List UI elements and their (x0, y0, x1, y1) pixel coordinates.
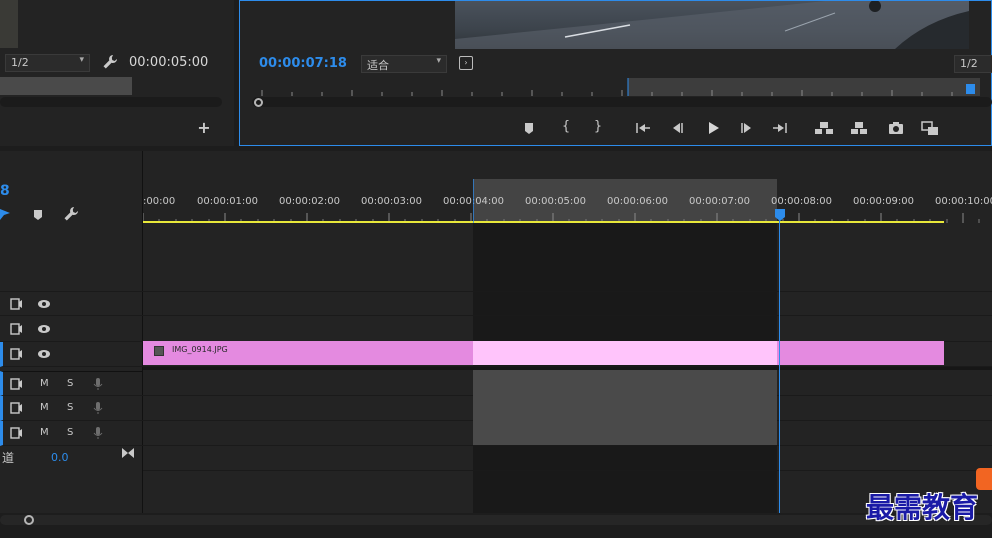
button-editor-icon[interactable] (920, 120, 940, 136)
program-scroll-track[interactable] (252, 97, 992, 107)
fit-dropdown-value: 适合 (367, 59, 389, 72)
ruler-label: 00:00:09:00 (853, 196, 915, 207)
chevron-down-icon: ▾ (79, 55, 84, 65)
timeline-settings-wrench-icon[interactable] (63, 206, 79, 222)
audio-range-highlight (473, 370, 777, 445)
chevron-down-icon: ▾ (436, 56, 441, 66)
add-marker-icon[interactable] (31, 208, 45, 222)
master-bowtie-icon[interactable] (121, 447, 135, 459)
program-resolution-dropdown[interactable]: 1/2 (954, 55, 992, 73)
track-header-area: 8 M S M S M S 道 0.0 (0, 151, 143, 513)
program-timecode[interactable]: 00:00:07:18 (259, 56, 347, 71)
program-video-preview (455, 1, 969, 49)
add-icon[interactable]: + (196, 120, 212, 136)
master-track-label: 道 (2, 451, 15, 465)
microphone-icon[interactable] (93, 377, 103, 391)
watermark-text: 最需教育 (866, 491, 979, 524)
step-forward-icon[interactable] (739, 120, 755, 136)
go-to-in-icon[interactable] (634, 120, 652, 136)
video-track-row[interactable] (143, 317, 992, 342)
film-icon[interactable] (10, 348, 23, 360)
step-back-icon[interactable] (669, 120, 685, 136)
eye-icon[interactable] (37, 323, 51, 335)
fit-dropdown[interactable]: 适合 ▾ (361, 55, 447, 73)
video-track-header[interactable] (0, 291, 143, 316)
eye-icon[interactable] (37, 298, 51, 310)
ruler-label: 00:00:06:00 (607, 196, 669, 207)
scroll-handle[interactable] (254, 98, 263, 107)
lift-icon[interactable] (814, 120, 834, 136)
audio-track-header[interactable]: M S (0, 371, 143, 396)
master-track-row[interactable] (143, 446, 992, 471)
audio-track-header[interactable]: M S (0, 421, 143, 446)
timeline-timecode[interactable]: 8 (0, 183, 10, 199)
mute-button[interactable]: M (40, 378, 49, 389)
solo-button[interactable]: S (67, 378, 73, 389)
ruler-label: 00:00:10:00 (935, 196, 992, 207)
film-icon[interactable] (10, 378, 23, 390)
eye-icon[interactable] (37, 348, 51, 360)
ruler-label: 00:00:01:00 (197, 196, 259, 207)
image-clip-icon (154, 346, 164, 356)
settings-toggle-icon[interactable]: › (459, 56, 473, 70)
program-resolution-value: 1/2 (960, 57, 978, 70)
wrench-icon[interactable] (102, 54, 118, 70)
ruler-label: 00:00:08:00 (771, 196, 833, 207)
source-scroll-track[interactable] (0, 97, 222, 107)
mute-button[interactable]: M (40, 402, 49, 413)
playhead-handle[interactable] (775, 209, 785, 221)
solo-button[interactable]: S (67, 427, 73, 438)
source-resolution-value: 1/2 (11, 56, 29, 69)
film-icon[interactable] (10, 427, 23, 439)
mark-out-icon[interactable]: } (590, 119, 606, 135)
zoom-handle[interactable] (24, 515, 34, 525)
film-icon[interactable] (10, 402, 23, 414)
logo-badge (976, 468, 992, 490)
video-track-row[interactable] (143, 291, 992, 316)
mute-button[interactable]: M (40, 427, 49, 438)
solo-button[interactable]: S (67, 402, 73, 413)
play-icon[interactable] (704, 119, 722, 137)
go-to-out-icon[interactable] (771, 120, 789, 136)
source-resolution-dropdown[interactable]: 1/2 ▾ (5, 54, 90, 72)
timeline-panel: ≡ 8 M S (0, 151, 992, 538)
program-ruler[interactable] (252, 78, 980, 96)
source-monitor-panel: 1/2 ▾ 00:00:05:00 + (0, 0, 234, 146)
camera-icon[interactable] (887, 120, 905, 136)
work-area-bar[interactable] (143, 221, 944, 223)
video-clip[interactable]: IMG_0914.JPG (143, 341, 944, 365)
in-point-marker[interactable] (473, 179, 474, 223)
timeline-scroll-track[interactable] (0, 515, 992, 525)
timeline-tracks-area[interactable]: :00:00 00:00:01:00 00:00:02:00 00:00:03:… (142, 151, 992, 513)
timeline-scroll-area (0, 513, 992, 538)
clip-selected-range (473, 341, 777, 365)
ruler-label: :00:00 (143, 196, 176, 207)
source-preview-thumbnail (0, 0, 18, 48)
master-volume-value[interactable]: 0.0 (51, 451, 69, 464)
ruler-label: 00:00:03:00 (361, 196, 423, 207)
source-zoom-bar[interactable] (0, 77, 132, 95)
microphone-icon[interactable] (93, 426, 103, 440)
audio-track-header[interactable]: M S (0, 396, 143, 421)
video-track-header-targeted[interactable] (0, 342, 143, 367)
ruler-label: 00:00:02:00 (279, 196, 341, 207)
video-track-header[interactable] (0, 317, 143, 342)
clip-name: IMG_0914.JPG (172, 345, 228, 354)
mark-in-icon[interactable]: { (558, 119, 574, 135)
ruler-label: 00:00:05:00 (525, 196, 587, 207)
source-timecode: 00:00:05:00 (129, 55, 209, 70)
snap-icon[interactable] (0, 207, 12, 221)
add-marker-icon[interactable] (521, 120, 537, 136)
extract-icon[interactable] (849, 120, 869, 136)
film-icon[interactable] (10, 298, 23, 310)
ruler-label: 00:00:07:00 (689, 196, 751, 207)
microphone-icon[interactable] (93, 401, 103, 415)
film-icon[interactable] (10, 323, 23, 335)
playhead-line[interactable] (779, 219, 780, 513)
program-monitor-panel: 00:00:07:18 适合 ▾ › 1/2 {} (239, 0, 992, 146)
